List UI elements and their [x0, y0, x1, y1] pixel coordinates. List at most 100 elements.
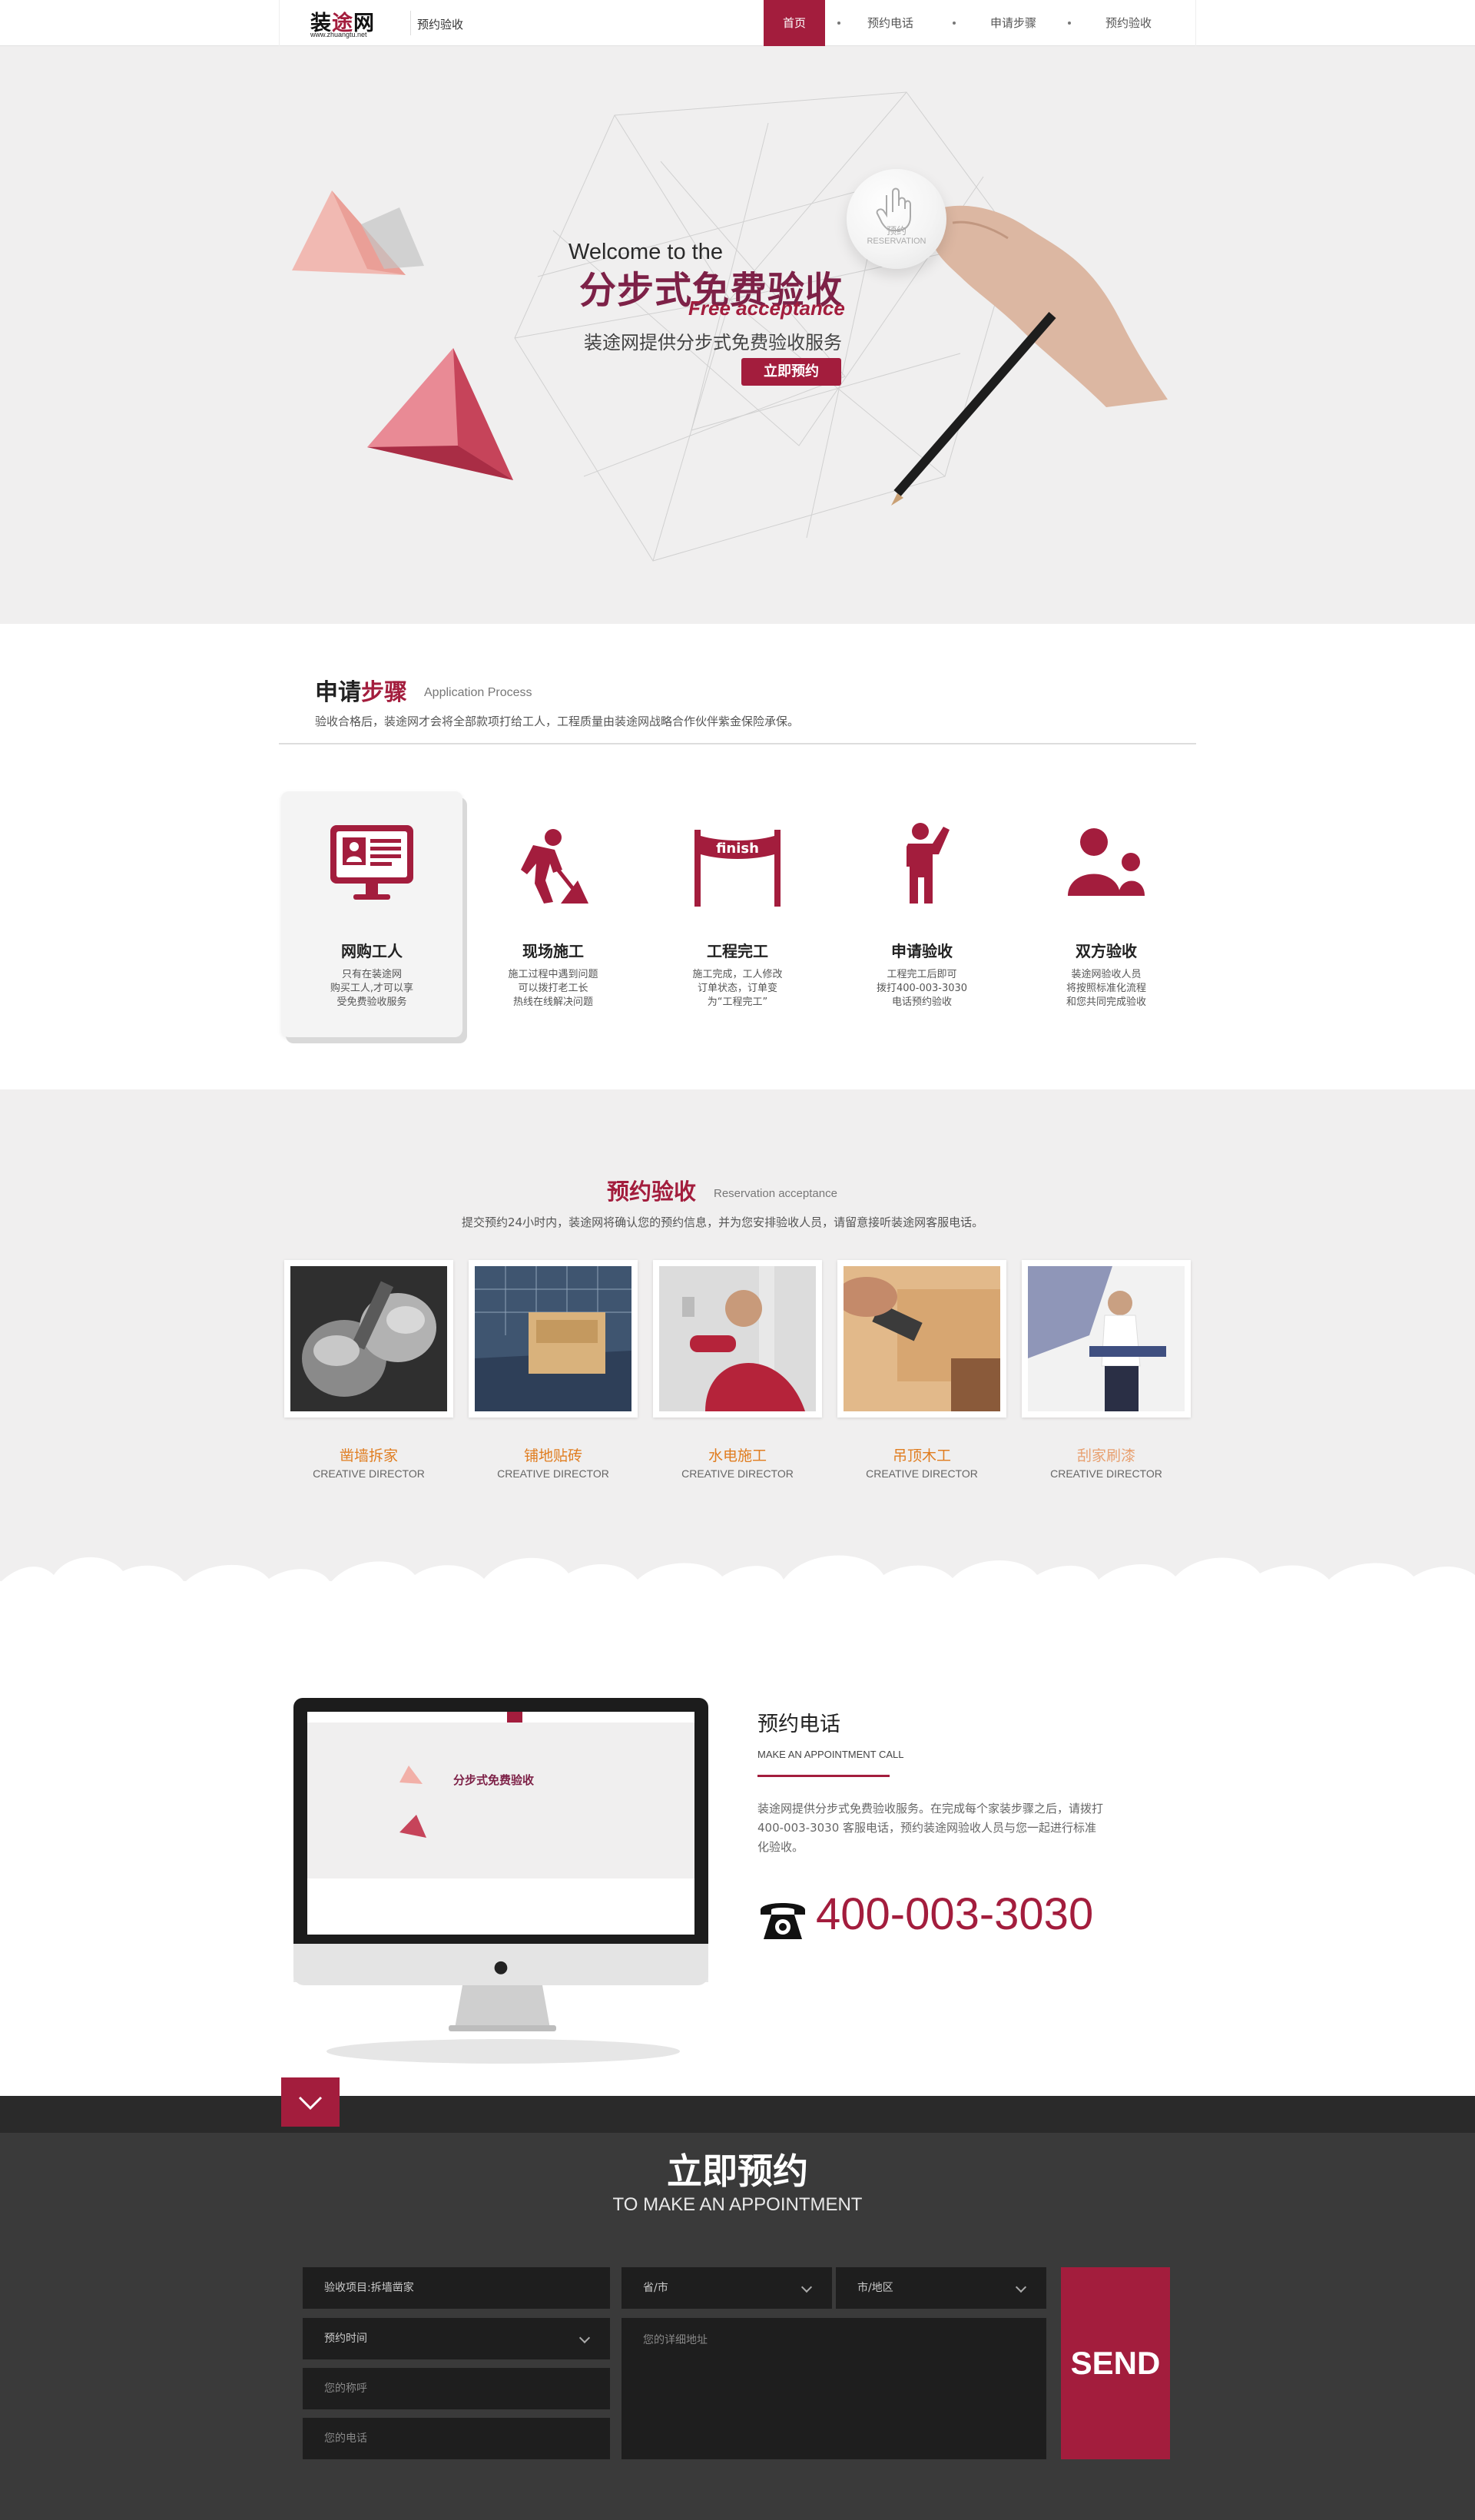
hands-hammer-image — [290, 1266, 447, 1411]
nav-item-label: 申请步骤 — [989, 16, 1036, 30]
person-hand-raised-icon — [907, 823, 950, 904]
nav-dot — [837, 22, 840, 25]
city-select[interactable]: 市/地区 — [836, 2267, 1046, 2309]
bubble-label-en: RESERVATION — [867, 237, 926, 246]
hero-subtitle: 装途网提供分步式免费验收服务 — [584, 332, 842, 353]
project-select[interactable]: 验收项目:拆墙凿家 — [303, 2267, 610, 2309]
nav-item-home[interactable]: 首页 — [764, 0, 825, 46]
two-people-icon — [1068, 828, 1145, 896]
woodwork-image — [844, 1266, 1000, 1411]
photo-image — [475, 1266, 631, 1411]
pyramid-small-icon — [292, 191, 424, 275]
step-card-finish[interactable]: finish 工程完工 施工完成，工人修改 订单状态，订单变 为“工程完工” — [647, 791, 828, 1037]
city-select-value: 市/地区 — [857, 2282, 893, 2294]
chevron-down-icon — [578, 2332, 591, 2344]
service-photo-demolition[interactable] — [284, 1260, 453, 1418]
pyramid-large-icon — [367, 348, 513, 480]
reservation-bubble[interactable]: 预约 RESERVATION — [847, 169, 946, 269]
svg-text:●: ● — [493, 1958, 508, 1977]
step-title: 工程完工 — [707, 942, 768, 960]
phone-heading-underline — [757, 1775, 890, 1777]
nav-container: 装途网 www.zhuangtu.net 预约验收 首页 预约电话 申请步骤 预… — [279, 0, 1196, 46]
process-description: 验收合格后，装途网才会将全部款项打给工人，工程质量由装途网战略合作伙伴紫金保险承… — [315, 715, 800, 728]
province-select[interactable]: 省/市 — [621, 2267, 832, 2309]
nav-divider — [410, 11, 411, 35]
address-textarea[interactable]: 您的详细地址 — [621, 2318, 1046, 2459]
telephone-icon — [761, 1903, 805, 1939]
step-text: 施工完成，工人修改 订单状态，订单变 为“工程完工” — [692, 969, 783, 1008]
name-input[interactable]: 您的称呼 — [303, 2368, 610, 2409]
service-label: 铺地贴砖 — [523, 1447, 582, 1464]
photo-image — [1028, 1266, 1185, 1411]
step-card-joint-acceptance[interactable]: 双方验收 装途网验收人员 将按照标准化流程 和您共同完成验收 — [1016, 791, 1197, 1037]
hero-heading-en: Free acceptance — [688, 297, 845, 320]
top-nav: 装途网 www.zhuangtu.net 预约验收 首页 预约电话 申请步骤 预… — [0, 0, 1475, 46]
hero-banner: 预约 RESERVATION Welcome to the 分步式免费验收 Fr… — [0, 46, 1475, 624]
service-sublabel: CREATIVE DIRECTOR — [313, 1467, 425, 1480]
service-sublabel: CREATIVE DIRECTOR — [866, 1467, 978, 1480]
service-label: 刮家刷漆 — [1076, 1447, 1135, 1464]
name-placeholder: 您的称呼 — [324, 2382, 367, 2395]
photo-image — [290, 1266, 447, 1411]
phone-description: 装途网提供分步式免费验收服务。在完成每个家装步骤之后，请拨打 400-003-3… — [757, 1802, 1104, 1854]
form-heading-en: TO MAKE AN APPOINTMENT — [612, 2194, 863, 2215]
touch-icon — [876, 187, 911, 231]
service-photo-carpentry[interactable] — [837, 1260, 1006, 1418]
nav-item-label: 预约验收 — [1105, 16, 1152, 30]
phone-placeholder: 您的电话 — [324, 2432, 367, 2445]
phone-heading-en: MAKE AN APPOINTMENT CALL — [757, 1749, 904, 1760]
service-sublabel: CREATIVE DIRECTOR — [681, 1467, 794, 1480]
photo-image — [844, 1266, 1000, 1411]
reservation-heading-en: Reservation acceptance — [714, 1187, 837, 1200]
collapse-toggle-button[interactable] — [281, 2077, 340, 2127]
svg-text:finish: finish — [716, 841, 759, 857]
send-button[interactable]: SEND — [1061, 2267, 1170, 2459]
chevron-down-icon — [298, 2096, 323, 2110]
step-text: 施工过程中遇到问题 可以拨打老工长 热线在线解决问题 — [508, 969, 598, 1008]
service-label: 吊顶木工 — [892, 1447, 951, 1464]
imac-preview-icon: 分步式免费验收 ● — [293, 1698, 708, 2064]
process-heading-en: Application Process — [424, 686, 532, 699]
step-title: 双方验收 — [1076, 942, 1137, 960]
service-sublabel: CREATIVE DIRECTOR — [1050, 1467, 1162, 1480]
worker-shovel-icon — [521, 829, 588, 904]
form-section-topbar — [0, 2096, 1475, 2133]
nav-item-phone[interactable]: 预约电话 — [825, 0, 956, 46]
step-card-construction[interactable]: 现场施工 施工过程中遇到问题 可以拨打老工长 热线在线解决问题 — [462, 791, 644, 1037]
painter-woman-image — [1028, 1266, 1185, 1411]
service-photo-painting[interactable] — [1022, 1260, 1191, 1418]
nav-item-reservation[interactable]: 预约验收 — [1071, 0, 1186, 46]
step-title: 网购工人 — [341, 942, 403, 960]
time-select[interactable]: 预约时间 — [303, 2318, 610, 2359]
divider — [279, 743, 1196, 744]
address-placeholder: 您的详细地址 — [643, 2334, 708, 2346]
book-now-button[interactable]: 立即预约 — [741, 358, 841, 386]
svg-text:分步式免费验收: 分步式免费验收 — [453, 1773, 534, 1787]
logo[interactable]: 装途网 www.zhuangtu.net — [310, 6, 395, 40]
nav-item-process[interactable]: 申请步骤 — [956, 0, 1071, 46]
cloud-divider — [0, 1555, 1475, 1613]
step-text: 只有在装途网 购买工人,才可以享 受免费验收服务 — [330, 969, 414, 1008]
project-select-value: 验收项目:拆墙凿家 — [324, 2282, 414, 2294]
service-label: 水电施工 — [708, 1447, 767, 1464]
logo-url: www.zhuangtu.net — [310, 31, 367, 38]
nav-menu: 首页 预约电话 申请步骤 预约验收 — [764, 0, 1186, 46]
reservation-heading: 预约验收 — [607, 1179, 697, 1205]
step-title: 申请验收 — [891, 942, 953, 960]
step-card-buy-worker[interactable]: 网购工人 只有在装途网 购买工人,才可以享 受免费验收服务 — [281, 791, 462, 1037]
phone-number[interactable]: 400-003-3030 — [816, 1888, 1093, 1940]
electrician-image — [659, 1266, 816, 1411]
service-photo-plumbing[interactable] — [653, 1260, 822, 1418]
reservation-description: 提交预约24小时内，装途网将确认您的预约信息，并为您安排验收人员，请留意接听装途… — [462, 1215, 984, 1229]
photo-image — [659, 1266, 816, 1411]
step-card-apply[interactable]: 申请验收 工程完工后即可 拨打400-003-3030 电话预约验收 — [831, 791, 1013, 1037]
service-label: 凿墙拆家 — [339, 1447, 398, 1464]
phone-input[interactable]: 您的电话 — [303, 2418, 610, 2459]
finish-line-icon: finish — [694, 830, 781, 907]
bubble-label: 预约 — [886, 226, 907, 237]
service-photo-tiling[interactable] — [469, 1260, 638, 1418]
time-select-value: 预约时间 — [324, 2333, 367, 2345]
chevron-down-icon — [800, 2281, 813, 2293]
step-title: 现场施工 — [522, 942, 584, 960]
step-text: 工程完工后即可 拨打400-003-3030 电话预约验收 — [876, 969, 968, 1008]
